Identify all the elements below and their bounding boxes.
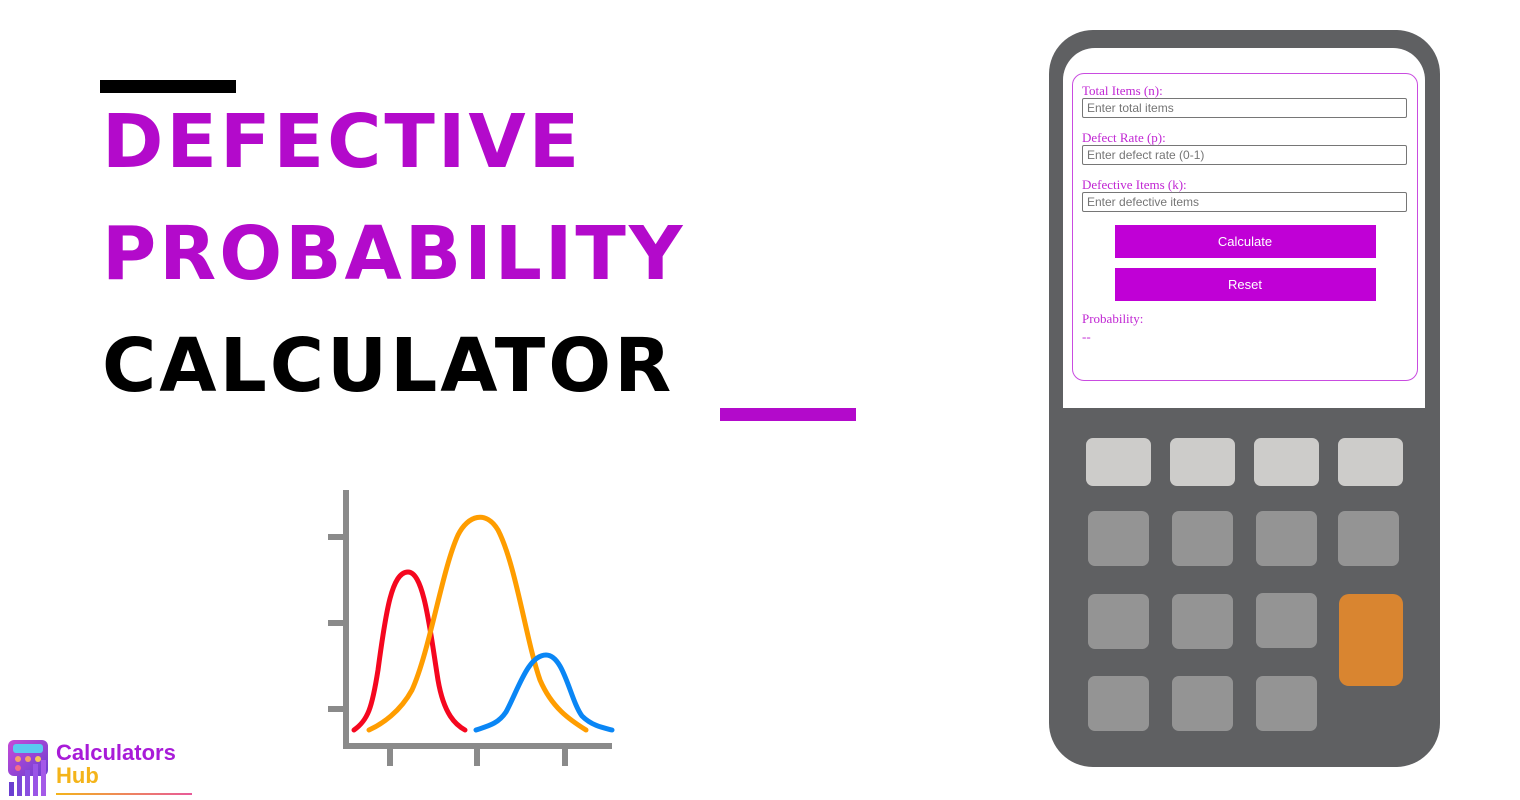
keypad-key [1170,438,1235,486]
calculator-screen: Total Items (n): Defect Rate (p): Defect… [1063,48,1425,408]
keypad-key [1256,676,1317,731]
keypad-key [1338,438,1403,486]
keypad-key [1088,676,1149,731]
keypad-key [1088,511,1149,566]
keypad-key [1088,594,1149,649]
calculators-hub-logo[interactable]: Calculators Hub [6,738,196,798]
probability-result-value: -- [1082,329,1091,344]
logo-text-calculators: Calculators [56,740,176,765]
bell-curves-illustration [328,490,615,766]
logo-text-hub: Hub [56,763,99,788]
decorative-top-bar [100,80,236,93]
keypad-key [1172,511,1233,566]
calculator-device: Total Items (n): Defect Rate (p): Defect… [1049,30,1440,767]
orange-curve [366,514,589,733]
keypad-key [1256,511,1317,566]
total-items-input[interactable] [1082,98,1407,118]
keypad-key-equals [1339,594,1403,686]
title-line-defective: Defective [102,99,583,185]
defect-rate-label: Defect Rate (p): [1082,130,1166,145]
defect-probability-form: Total Items (n): Defect Rate (p): Defect… [1072,73,1418,381]
calculate-button[interactable]: Calculate [1114,225,1376,258]
keypad-key [1086,438,1151,486]
keypad-key [1172,676,1233,731]
red-curve [351,569,468,733]
calculator-logo-icon [8,740,48,796]
total-items-label: Total Items (n): [1082,83,1163,98]
defect-rate-input[interactable] [1082,145,1407,165]
reset-button[interactable]: Reset [1114,268,1376,301]
defective-items-input[interactable] [1082,192,1407,212]
title-line-probability: Probability [102,211,686,297]
title-line-calculator: Calculator [102,323,675,409]
keypad-key [1172,594,1233,649]
keypad-key [1256,593,1317,648]
defective-items-label: Defective Items (k): [1082,177,1187,192]
probability-result-label: Probability: [1082,311,1144,326]
keypad-key [1254,438,1319,486]
logo-underline [56,793,192,795]
decorative-bottom-bar [720,408,856,421]
keypad-key [1338,511,1399,566]
